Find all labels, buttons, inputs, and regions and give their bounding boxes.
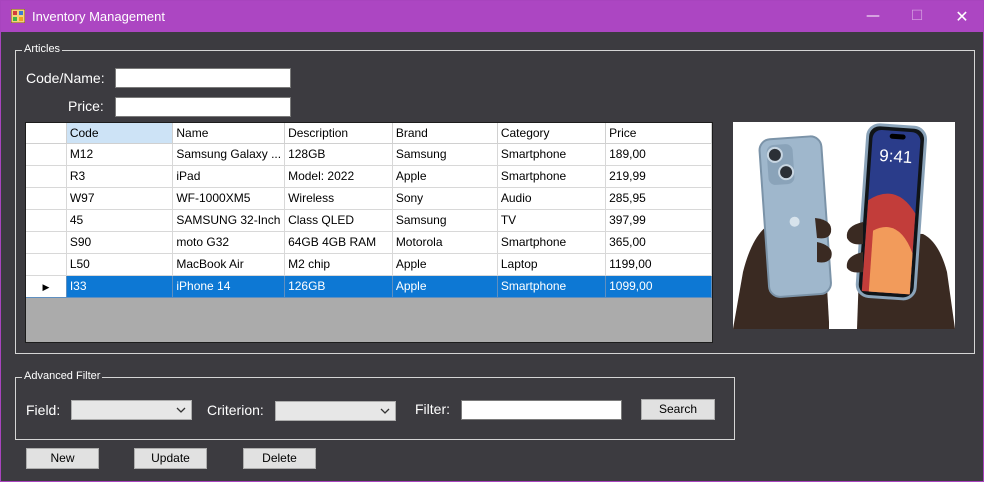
cell-code[interactable]: M12 bbox=[66, 143, 174, 166]
criterion-select[interactable] bbox=[275, 401, 396, 421]
table-row[interactable]: M12 Samsung Galaxy ... 128GB Samsung Smartph… bbox=[26, 143, 712, 166]
cell-description[interactable]: Class QLED bbox=[284, 209, 393, 232]
cell-price[interactable]: 397,99 bbox=[605, 209, 712, 232]
cell-code[interactable]: I33 bbox=[66, 275, 174, 298]
cell-category[interactable]: TV bbox=[497, 209, 607, 232]
cell-category[interactable]: Smartphone bbox=[497, 165, 607, 188]
cell-category[interactable]: Smartphone bbox=[497, 231, 607, 254]
update-button[interactable]: Update bbox=[134, 448, 207, 469]
row-indicator-icon: ▶ bbox=[42, 282, 50, 292]
title-bar[interactable]: Inventory Management — ☐ ✕ bbox=[1, 1, 983, 32]
cell-name[interactable]: MacBook Air bbox=[172, 253, 286, 276]
cell-name[interactable]: iPad bbox=[172, 165, 286, 188]
price-label: Price: bbox=[68, 98, 104, 114]
cell-description[interactable]: Model: 2022 bbox=[284, 165, 393, 188]
field-select[interactable] bbox=[71, 400, 192, 420]
cell-category[interactable]: Audio bbox=[497, 187, 607, 210]
cell-code[interactable]: L50 bbox=[66, 253, 174, 276]
price-input[interactable] bbox=[115, 97, 291, 117]
column-header-category[interactable]: Category bbox=[497, 123, 607, 144]
advanced-filter-title: Advanced Filter bbox=[22, 370, 103, 382]
column-header-name[interactable]: Name bbox=[172, 123, 286, 144]
articles-grid[interactable]: Code Name Description Brand Category Price M1… bbox=[25, 122, 713, 343]
row-header[interactable] bbox=[26, 231, 67, 254]
window-title: Inventory Management bbox=[32, 9, 165, 24]
close-button[interactable]: ✕ bbox=[939, 1, 984, 32]
grid-header-row: Code Name Description Brand Category Price bbox=[26, 123, 712, 144]
cell-name[interactable]: SAMSUNG 32-Inch bbox=[172, 209, 286, 232]
cell-category[interactable]: Laptop bbox=[497, 253, 607, 276]
table-row[interactable]: L50 MacBook Air M2 chip Apple Laptop 1199,00 bbox=[26, 253, 712, 276]
search-button[interactable]: Search bbox=[641, 399, 715, 420]
cell-description[interactable]: 128GB bbox=[284, 143, 393, 166]
table-row[interactable]: 45 SAMSUNG 32-Inch Class QLED Samsung TV 397,… bbox=[26, 209, 712, 232]
criterion-label: Criterion: bbox=[207, 402, 264, 418]
row-header[interactable] bbox=[26, 143, 67, 166]
table-row[interactable]: S90 moto G32 64GB 4GB RAM Motorola Smartphon… bbox=[26, 231, 712, 254]
cell-brand[interactable]: Apple bbox=[392, 275, 498, 298]
cell-description[interactable]: 64GB 4GB RAM bbox=[284, 231, 393, 254]
app-window: Inventory Management — ☐ ✕ Articles Code… bbox=[0, 0, 984, 482]
articles-group-title: Articles bbox=[22, 43, 63, 55]
row-header[interactable]: ▶ bbox=[26, 275, 67, 298]
cell-description[interactable]: 126GB bbox=[284, 275, 393, 298]
cell-code[interactable]: S90 bbox=[66, 231, 174, 254]
table-row[interactable]: W97 WF-1000XM5 Wireless Sony Audio 285,95 bbox=[26, 187, 712, 210]
row-header[interactable] bbox=[26, 187, 67, 210]
cell-description[interactable]: Wireless bbox=[284, 187, 393, 210]
grid-corner bbox=[26, 123, 67, 144]
cell-code[interactable]: R3 bbox=[66, 165, 174, 188]
cell-category[interactable]: Smartphone bbox=[497, 143, 607, 166]
cell-brand[interactable]: Samsung bbox=[392, 209, 498, 232]
cell-brand[interactable]: Sony bbox=[392, 187, 498, 210]
chevron-down-icon bbox=[176, 407, 186, 413]
column-header-description[interactable]: Description bbox=[284, 123, 393, 144]
cell-price[interactable]: 285,95 bbox=[605, 187, 712, 210]
articles-table: Code Name Description Brand Category Price M1… bbox=[26, 123, 712, 298]
svg-text:9:41: 9:41 bbox=[879, 146, 913, 167]
cell-code[interactable]: 45 bbox=[66, 209, 174, 232]
cell-description[interactable]: M2 chip bbox=[284, 253, 393, 276]
cell-brand[interactable]: Apple bbox=[392, 165, 498, 188]
table-row[interactable]: ▶ I33 iPhone 14 126GB Apple Smartphone 1099,00 bbox=[26, 275, 712, 298]
row-header[interactable] bbox=[26, 165, 67, 188]
cell-name[interactable]: Samsung Galaxy ... bbox=[172, 143, 286, 166]
column-header-brand[interactable]: Brand bbox=[392, 123, 498, 144]
cell-price[interactable]: 365,00 bbox=[605, 231, 712, 254]
cell-category[interactable]: Smartphone bbox=[497, 275, 607, 298]
cell-brand[interactable]: Samsung bbox=[392, 143, 498, 166]
delete-button[interactable]: Delete bbox=[243, 448, 316, 469]
cell-name[interactable]: moto G32 bbox=[172, 231, 286, 254]
filter-label: Filter: bbox=[415, 401, 450, 417]
cell-price[interactable]: 1099,00 bbox=[605, 275, 712, 298]
maximize-button[interactable]: ☐ bbox=[894, 1, 940, 32]
code-name-input[interactable] bbox=[115, 68, 291, 88]
cell-name[interactable]: WF-1000XM5 bbox=[172, 187, 286, 210]
table-row[interactable]: R3 iPad Model: 2022 Apple Smartphone 219,99 bbox=[26, 165, 712, 188]
product-image: 9:41 bbox=[733, 122, 955, 329]
cell-brand[interactable]: Motorola bbox=[392, 231, 498, 254]
chevron-down-icon bbox=[380, 408, 390, 414]
iphone-image-icon: 9:41 bbox=[733, 122, 955, 329]
column-header-price[interactable]: Price bbox=[605, 123, 712, 144]
minimize-button[interactable]: — bbox=[850, 1, 896, 32]
cell-price[interactable]: 1199,00 bbox=[605, 253, 712, 276]
row-header[interactable] bbox=[26, 253, 67, 276]
new-button[interactable]: New bbox=[26, 448, 99, 469]
code-name-label: Code/Name: bbox=[26, 70, 105, 86]
app-icon bbox=[11, 9, 25, 23]
row-header[interactable] bbox=[26, 209, 67, 232]
cell-price[interactable]: 189,00 bbox=[605, 143, 712, 166]
field-label: Field: bbox=[26, 402, 61, 418]
cell-code[interactable]: W97 bbox=[66, 187, 174, 210]
cell-price[interactable]: 219,99 bbox=[605, 165, 712, 188]
cell-brand[interactable]: Apple bbox=[392, 253, 498, 276]
column-header-code[interactable]: Code bbox=[66, 123, 174, 144]
cell-name[interactable]: iPhone 14 bbox=[172, 275, 286, 298]
filter-input[interactable] bbox=[461, 400, 622, 420]
